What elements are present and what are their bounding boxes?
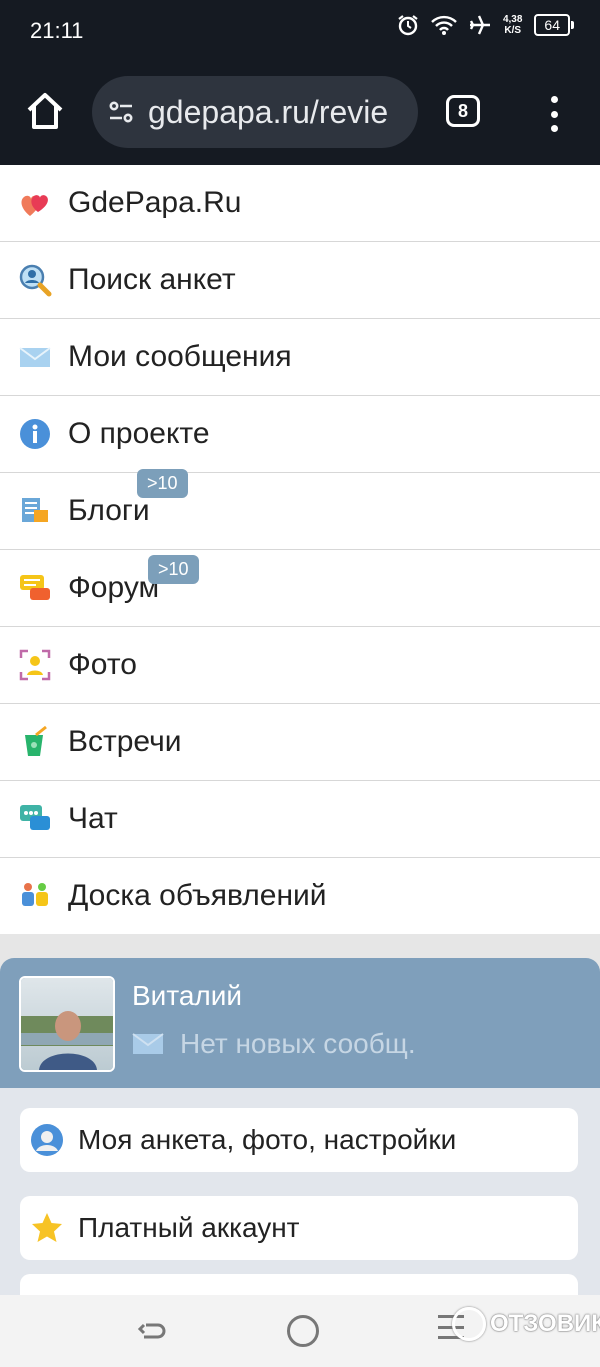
drink-icon: [25, 725, 47, 756]
envelope-icon: [132, 1033, 164, 1054]
menu-item-photo[interactable]: Фото: [0, 627, 600, 704]
status-time: 21:11: [30, 18, 84, 43]
info-icon: [20, 419, 50, 449]
menu-item-meetings[interactable]: Встречи: [0, 704, 600, 781]
menu-item-forum[interactable]: Форум >10: [0, 550, 600, 627]
envelope-icon: [19, 347, 51, 367]
site-settings-icon[interactable]: [106, 97, 136, 127]
watermark: ОТЗОВИК: [452, 1307, 600, 1341]
account-links: Моя анкета, фото, настройки Платный акка…: [0, 1088, 600, 1304]
forum-icon: [20, 575, 50, 600]
paid-account-link[interactable]: Платный аккаунт: [20, 1196, 578, 1260]
status-icons: 4,38 K/S 64: [397, 14, 574, 36]
chat-icon: [20, 805, 50, 830]
forum-count-badge: >10: [148, 555, 199, 584]
airplane-icon: [469, 15, 490, 35]
hearts-icon: [21, 195, 48, 216]
url-text[interactable]: gdepapa.ru/revie: [148, 94, 388, 131]
user-icon: [31, 1124, 63, 1156]
back-icon[interactable]: [136, 1315, 166, 1345]
home-icon[interactable]: [24, 90, 66, 132]
menu-item-gdepapa[interactable]: GdePapa.Ru: [0, 165, 600, 242]
search-person-icon: [19, 264, 52, 297]
address-bar[interactable]: gdepapa.ru/revie: [92, 76, 418, 148]
wifi-icon: [431, 15, 457, 35]
more-menu-icon[interactable]: [548, 96, 560, 132]
menu-item-messages[interactable]: Мои сообщения: [0, 319, 600, 396]
menu-item-chat[interactable]: Чат: [0, 781, 600, 858]
alarm-icon: [398, 15, 418, 36]
board-icon: [22, 883, 48, 906]
star-icon: [32, 1213, 62, 1242]
tab-switcher-button[interactable]: 8: [446, 95, 480, 127]
my-profile-link[interactable]: Моя анкета, фото, настройки: [20, 1108, 578, 1172]
blog-icon: [22, 498, 48, 522]
menu-item-blogs[interactable]: Блоги >10: [0, 469, 600, 550]
menu-item-about[interactable]: О проекте: [0, 396, 600, 473]
site-menu: GdePapa.Ru Поиск анкет Мои сообщения О п…: [0, 165, 600, 934]
photo-icon: [19, 649, 51, 681]
user-panel: Виталий Нет новых сообщ.: [0, 958, 600, 1088]
blogs-count-badge: >10: [137, 469, 188, 498]
system-nav-bar: ОТЗОВИК: [0, 1295, 600, 1367]
network-speed: 4,38 K/S: [502, 14, 523, 36]
browser-chrome: 21:11 4,38 K/S 64 gdepapa.ru/revie 8: [0, 0, 600, 165]
avatar[interactable]: [19, 976, 115, 1072]
user-name[interactable]: Виталий: [132, 980, 242, 1012]
battery-indicator: 64: [534, 14, 574, 36]
watermark-logo-icon: [452, 1307, 486, 1341]
menu-item-search[interactable]: Поиск анкет: [0, 242, 600, 319]
home-nav-icon[interactable]: [287, 1315, 319, 1347]
menu-item-board[interactable]: Доска объявлений: [0, 858, 600, 934]
messages-status[interactable]: Нет новых сообщ.: [132, 1028, 416, 1060]
